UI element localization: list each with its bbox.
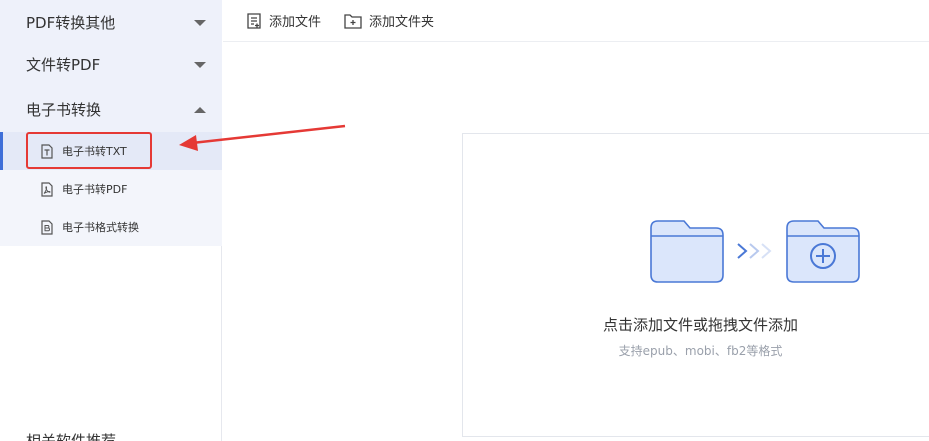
chevron-up-icon <box>194 106 206 113</box>
category-label: PDF转换其他 <box>26 14 116 32</box>
add-folder-label: 添加文件夹 <box>369 15 435 30</box>
category-label: 文件转PDF <box>26 56 101 74</box>
drop-zone-subtitle: 支持epub、mobi、fb2等格式 <box>618 344 783 358</box>
add-file-icon <box>247 12 261 29</box>
add-folder-button[interactable]: 添加文件夹 <box>343 11 434 30</box>
sidebar-item-label: 电子书格式转换 <box>62 221 139 234</box>
sidebar-item-label: 电子书转PDF <box>62 183 128 196</box>
category-label: 电子书转换 <box>26 101 102 119</box>
sidebar-category-file-to-pdf[interactable]: 文件转PDF <box>0 42 222 87</box>
drop-illustration <box>650 220 860 283</box>
sidebar-item-ebook-to-pdf[interactable]: 电子书转PDF <box>0 170 222 208</box>
folder-icon <box>650 220 724 283</box>
active-indicator <box>0 132 3 170</box>
sidebar: PDF转换其他 文件转PDF 电子书转换 电子书转TXT 电子书转PDF 电子书… <box>0 0 222 441</box>
chevron-down-icon <box>194 61 206 68</box>
add-file-button[interactable]: 添加文件 <box>245 11 321 30</box>
related-software-label: 相关软件推荐 <box>26 432 117 441</box>
sidebar-item-ebook-format[interactable]: 电子书格式转换 <box>0 208 222 246</box>
add-folder-icon <box>344 13 362 29</box>
file-drop-zone[interactable]: 点击添加文件或拖拽文件添加 支持epub、mobi、fb2等格式 <box>462 133 929 437</box>
drop-zone-title: 点击添加文件或拖拽文件添加 <box>602 316 798 334</box>
add-file-label: 添加文件 <box>269 15 322 30</box>
chevrons-right-icon <box>737 243 772 259</box>
folder-add-icon <box>786 220 860 283</box>
chevron-down-icon <box>194 19 206 26</box>
sidebar-category-pdf-to-other[interactable]: PDF转换其他 <box>0 0 222 45</box>
pdf-file-icon <box>41 181 53 197</box>
highlight-box <box>26 132 152 169</box>
toolbar: 添加文件 添加文件夹 <box>223 0 929 42</box>
ebook-file-icon <box>41 219 53 235</box>
sidebar-category-ebook[interactable]: 电子书转换 <box>0 87 222 132</box>
